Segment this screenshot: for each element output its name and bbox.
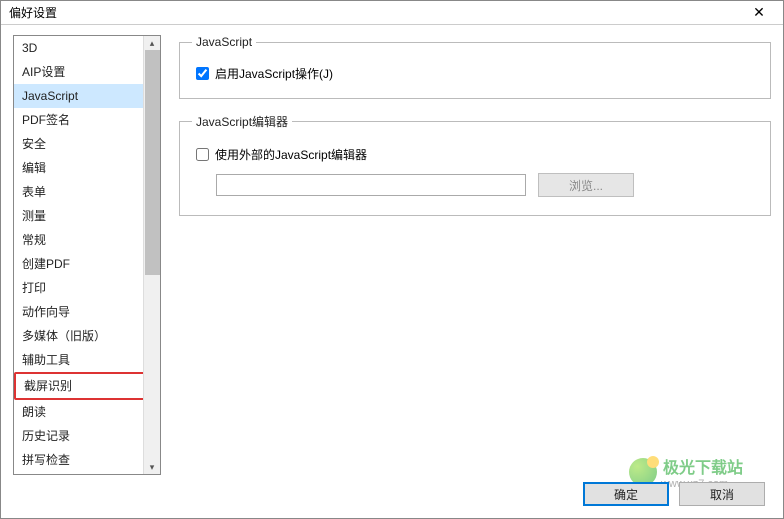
javascript-group-legend: JavaScript xyxy=(192,35,256,49)
scroll-thumb[interactable] xyxy=(145,50,160,275)
footer: 确定 取消 xyxy=(583,482,765,506)
sidebar-item[interactable]: 表单 xyxy=(14,180,160,204)
dialog-body: 3DAIP设置JavaScriptPDF签名安全编辑表单测量常规创建PDF打印动… xyxy=(1,25,783,479)
enable-js-row[interactable]: 启用JavaScript操作(J) xyxy=(196,65,758,82)
editor-group-legend: JavaScript编辑器 xyxy=(192,113,292,130)
sidebar-item[interactable]: 朗读 xyxy=(14,400,160,424)
sidebar-item[interactable]: 拼写检查 xyxy=(14,448,160,472)
browse-button[interactable]: 浏览... xyxy=(538,173,634,197)
close-button[interactable]: ✕ xyxy=(739,2,779,24)
content-panel: JavaScript 启用JavaScript操作(J) JavaScript编… xyxy=(179,35,771,479)
sidebar-item[interactable]: 编辑 xyxy=(14,156,160,180)
sidebar-item[interactable]: AIP设置 xyxy=(14,60,160,84)
sidebar-item[interactable]: 打印 xyxy=(14,276,160,300)
sidebar-scrollbar[interactable]: ▴ ▾ xyxy=(143,36,160,474)
sidebar-item[interactable]: 测量 xyxy=(14,204,160,228)
sidebar-item[interactable]: 常规 xyxy=(14,228,160,252)
javascript-group: JavaScript 启用JavaScript操作(J) xyxy=(179,35,771,99)
sidebar-list[interactable]: 3DAIP设置JavaScriptPDF签名安全编辑表单测量常规创建PDF打印动… xyxy=(14,36,160,474)
sidebar-item[interactable]: JavaScript xyxy=(14,84,160,108)
sidebar-item[interactable]: 动作向导 xyxy=(14,300,160,324)
titlebar: 偏好设置 ✕ xyxy=(1,1,783,25)
scroll-up-button[interactable]: ▴ xyxy=(144,36,160,50)
sidebar-item[interactable]: 多媒体（旧版） xyxy=(14,324,160,348)
sidebar-item[interactable]: 平板 xyxy=(14,472,160,474)
editor-path-row: 浏览... xyxy=(216,173,758,197)
cancel-button[interactable]: 取消 xyxy=(679,482,765,506)
sidebar: 3DAIP设置JavaScriptPDF签名安全编辑表单测量常规创建PDF打印动… xyxy=(13,35,161,475)
window-title: 偏好设置 xyxy=(5,4,739,21)
external-editor-row[interactable]: 使用外部的JavaScript编辑器 xyxy=(196,146,758,163)
external-editor-checkbox[interactable] xyxy=(196,148,209,161)
enable-js-checkbox[interactable] xyxy=(196,67,209,80)
sidebar-item[interactable]: 历史记录 xyxy=(14,424,160,448)
ok-button[interactable]: 确定 xyxy=(583,482,669,506)
scroll-down-button[interactable]: ▾ xyxy=(144,460,160,474)
editor-path-input[interactable] xyxy=(216,174,526,196)
sidebar-item[interactable]: 安全 xyxy=(14,132,160,156)
editor-group: JavaScript编辑器 使用外部的JavaScript编辑器 浏览... xyxy=(179,113,771,216)
sidebar-item[interactable]: 辅助工具 xyxy=(14,348,160,372)
sidebar-item[interactable]: 3D xyxy=(14,36,160,60)
sidebar-item[interactable]: 截屏识别 xyxy=(14,372,160,400)
sidebar-item[interactable]: PDF签名 xyxy=(14,108,160,132)
enable-js-label: 启用JavaScript操作(J) xyxy=(215,65,333,82)
sidebar-item[interactable]: 创建PDF xyxy=(14,252,160,276)
external-editor-label: 使用外部的JavaScript编辑器 xyxy=(215,146,367,163)
